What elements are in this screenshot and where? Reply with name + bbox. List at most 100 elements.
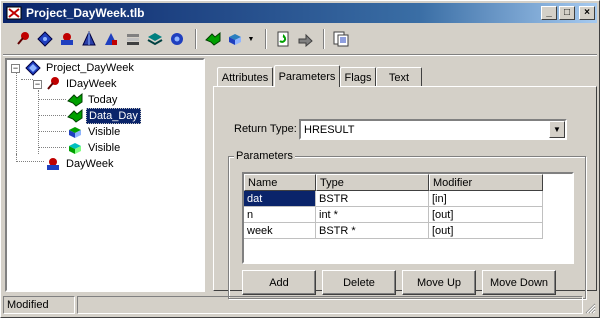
details-pane: Attributes Parameters Flags Text Return …	[213, 65, 597, 299]
tree-node-library[interactable]: Project_DayWeek	[25, 60, 136, 76]
view-source-icon[interactable]	[331, 28, 351, 50]
tree-node-property-get-visible[interactable]: Visible	[67, 124, 122, 140]
chevron-down-icon[interactable]: ▼	[549, 121, 565, 138]
tree-line	[38, 131, 66, 132]
maximize-icon: □	[563, 7, 571, 18]
layers-icon[interactable]	[145, 28, 165, 50]
pin-icon[interactable]	[13, 28, 33, 50]
coclass-icon[interactable]	[167, 28, 187, 50]
parameters-panel: Return Type: HRESULT ▼ Parameters Name T…	[213, 86, 597, 299]
refresh-icon[interactable]	[273, 28, 293, 50]
dropdown-arrow-icon[interactable]: ▼	[247, 28, 255, 50]
minimize-button[interactable]: _	[541, 6, 557, 20]
add-button[interactable]: Add	[242, 270, 316, 295]
tree-line	[38, 115, 66, 116]
status-bar: Modified	[3, 295, 597, 315]
method-icon	[67, 108, 83, 124]
interface-pin-icon	[45, 76, 61, 92]
tab-attributes[interactable]: Attributes	[217, 67, 273, 87]
pane-splitter[interactable]	[207, 58, 211, 292]
toolbar-separator	[265, 29, 267, 49]
tree-label: Visible	[88, 142, 121, 154]
expand-collapse-toggle[interactable]: −	[33, 80, 42, 89]
tree-line	[16, 72, 17, 154]
cell-name[interactable]: dat	[244, 191, 316, 207]
toolbar-separator	[323, 29, 325, 49]
new-method-icon[interactable]	[203, 28, 223, 50]
resize-grip-icon[interactable]	[584, 302, 596, 314]
tree-node-method-today[interactable]: Today	[67, 92, 119, 108]
toolbar: ▼	[3, 25, 597, 53]
editor-window: Project_DayWeek.tlb _ □ × ▼ − − Project_…	[0, 0, 600, 318]
cell-modifier[interactable]: [out]	[429, 223, 543, 239]
table-row[interactable]: n int * [out]	[244, 207, 572, 223]
tree-label: Project_DayWeek	[46, 62, 134, 74]
add-button-label: Add	[269, 276, 289, 289]
column-header-name[interactable]: Name	[244, 174, 316, 191]
property-icon[interactable]	[225, 28, 245, 50]
module-icon[interactable]	[101, 28, 121, 50]
tree-label: IDayWeek	[66, 78, 117, 90]
pyramid-icon[interactable]	[79, 28, 99, 50]
tab-label: Attributes	[221, 71, 269, 84]
move-down-button[interactable]: Move Down	[482, 270, 556, 295]
tab-label: Parameters	[278, 70, 336, 83]
struct-icon[interactable]	[57, 28, 77, 50]
parameters-table[interactable]: Name Type Modifier dat BSTR [in] n int *…	[242, 172, 574, 264]
tab-flags[interactable]: Flags	[340, 67, 376, 87]
tree-label: DayWeek	[66, 158, 114, 170]
column-header-modifier[interactable]: Modifier	[429, 174, 543, 191]
parameters-group-label: Parameters	[234, 150, 295, 162]
property-put-icon	[67, 140, 83, 156]
cell-name[interactable]: n	[244, 207, 316, 223]
method-icon	[67, 92, 83, 108]
return-type-select[interactable]: HRESULT ▼	[299, 119, 567, 140]
close-button[interactable]: ×	[579, 6, 595, 20]
move-up-button[interactable]: Move Up	[402, 270, 476, 295]
tree-node-method-data-day[interactable]: Data_Day	[67, 108, 141, 124]
table-header: Name Type Modifier	[244, 174, 572, 191]
maximize-button[interactable]: □	[559, 6, 575, 20]
return-type-label: Return Type:	[234, 123, 297, 135]
export-icon[interactable]	[295, 28, 315, 50]
tree-node-interface[interactable]: IDayWeek	[45, 76, 119, 92]
tree-label: Visible	[88, 126, 121, 138]
tree-node-coclass[interactable]: DayWeek	[45, 156, 115, 172]
tree-label-selected: Data_Day	[86, 108, 141, 124]
status-pane	[77, 296, 583, 314]
column-header-type[interactable]: Type	[316, 174, 429, 191]
minimize-icon: _	[546, 7, 552, 18]
expand-collapse-toggle[interactable]: −	[11, 64, 20, 73]
table-row[interactable]: week BSTR * [out]	[244, 223, 572, 239]
delete-button-label: Delete	[343, 276, 375, 289]
type-library-tree[interactable]: − − Project_DayWeek IDayWeek Today Data_…	[5, 58, 205, 292]
return-type-value: HRESULT	[304, 123, 355, 136]
cell-type[interactable]: BSTR	[316, 191, 429, 207]
move-up-button-label: Move Up	[416, 276, 462, 289]
library-icon	[25, 60, 41, 76]
window-title: Project_DayWeek.tlb	[26, 6, 145, 20]
cell-type[interactable]: BSTR *	[316, 223, 429, 239]
cell-type[interactable]: int *	[316, 207, 429, 223]
tab-text[interactable]: Text	[376, 67, 422, 87]
close-icon: ×	[584, 7, 590, 18]
status-text: Modified	[3, 296, 75, 314]
tree-node-property-put-visible[interactable]: Visible	[67, 140, 122, 156]
table-row[interactable]: dat BSTR [in]	[244, 191, 572, 207]
cell-modifier[interactable]: [out]	[429, 207, 543, 223]
stack-icon[interactable]	[123, 28, 143, 50]
tab-label: Text	[388, 71, 410, 84]
delete-button[interactable]: Delete	[322, 270, 396, 295]
tree-line	[16, 161, 44, 162]
cell-name[interactable]: week	[244, 223, 316, 239]
coclass-icon	[45, 156, 61, 172]
tree-line	[38, 99, 66, 100]
property-get-icon	[67, 124, 83, 140]
tab-parameters[interactable]: Parameters	[274, 65, 340, 87]
toolbar-divider	[3, 54, 597, 56]
cell-modifier[interactable]: [in]	[429, 191, 543, 207]
tab-label: Flags	[344, 71, 372, 84]
title-bar[interactable]: Project_DayWeek.tlb _ □ ×	[3, 3, 597, 23]
tree-line	[38, 147, 66, 148]
diamond-icon[interactable]	[35, 28, 55, 50]
